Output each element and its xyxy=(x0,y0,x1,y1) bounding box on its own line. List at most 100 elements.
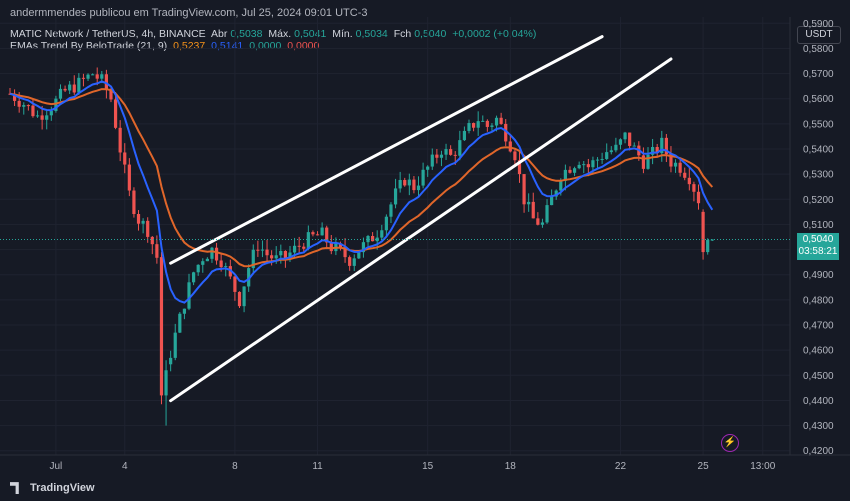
candle-body xyxy=(605,152,609,159)
candle-body xyxy=(127,164,131,191)
candle-body xyxy=(58,88,63,99)
candle-body xyxy=(706,240,710,253)
time-tick-label: 25 xyxy=(698,461,710,472)
candle-body xyxy=(641,155,646,169)
candle-body xyxy=(462,130,467,141)
candle-body xyxy=(499,117,503,124)
time-tick-label: 22 xyxy=(615,461,627,472)
candle-body xyxy=(618,139,623,145)
candle-body xyxy=(439,154,444,158)
candle-body xyxy=(467,123,471,131)
time-tick-label: 11 xyxy=(312,461,323,472)
candle-body xyxy=(201,261,205,265)
candle-body xyxy=(35,115,40,117)
candle-body xyxy=(393,188,398,205)
candle-body xyxy=(302,246,306,249)
candle-body xyxy=(357,252,361,259)
candle-body xyxy=(403,179,407,186)
candle-body xyxy=(527,201,531,205)
candle-body xyxy=(421,169,425,186)
time-tick-label: 8 xyxy=(232,461,238,472)
candle-body xyxy=(389,204,393,217)
candle-body xyxy=(577,164,581,169)
price-tick-label: 0,4500 xyxy=(803,371,834,382)
candle-body xyxy=(86,74,90,79)
candle-body xyxy=(150,236,154,245)
candle-body xyxy=(471,123,476,128)
candle-body xyxy=(384,216,388,231)
tradingview-logo[interactable]: TradingView xyxy=(10,482,95,495)
candle-body xyxy=(398,179,402,189)
candle-body xyxy=(136,214,141,224)
candle-body xyxy=(550,196,554,206)
brand-name: TradingView xyxy=(30,482,95,494)
time-tick-label: 15 xyxy=(422,461,434,472)
candle-body xyxy=(22,105,26,107)
candle-body xyxy=(513,151,517,161)
time-tick-label: 4 xyxy=(122,461,128,472)
candle-body xyxy=(536,218,540,225)
price-tick-label: 0,4700 xyxy=(803,321,834,332)
candle-body xyxy=(40,115,44,120)
candle-body xyxy=(696,191,701,204)
candle-body xyxy=(306,232,310,249)
candle-body xyxy=(283,250,287,259)
candle-body xyxy=(582,164,586,166)
candle-body xyxy=(453,154,457,156)
candle-body xyxy=(490,125,494,127)
candle-body xyxy=(256,249,260,251)
candle-body xyxy=(623,132,627,140)
price-tick-label: 0,4900 xyxy=(803,270,834,281)
price-tick-label: 0,4200 xyxy=(803,446,834,457)
candle-body xyxy=(146,220,150,237)
price-tick-label: 0,5900 xyxy=(803,19,834,30)
candle-body xyxy=(192,272,196,283)
candle-body xyxy=(683,172,687,178)
candle-body xyxy=(591,160,595,168)
candle-body xyxy=(632,145,636,147)
candle-body xyxy=(435,154,439,158)
candle-body xyxy=(297,245,301,247)
candle-body xyxy=(485,120,489,127)
candle-body xyxy=(141,220,145,224)
candle-body xyxy=(568,169,572,173)
time-tick-label: Jul xyxy=(50,461,63,472)
candle-body xyxy=(320,227,324,236)
last-price-tag: 0,5040 03:58:21 xyxy=(797,232,839,260)
candle-body xyxy=(31,105,35,117)
candle-body xyxy=(45,115,49,120)
candle-body xyxy=(95,74,99,79)
candle-body xyxy=(155,244,159,258)
candle-body xyxy=(26,105,30,107)
candle-body xyxy=(265,249,269,256)
bar-countdown: 03:58:21 xyxy=(798,245,838,257)
candle-body xyxy=(476,121,480,128)
candle-body xyxy=(77,77,81,93)
candle-body xyxy=(169,357,173,365)
candle-body xyxy=(430,154,434,167)
tradingview-icon xyxy=(10,482,19,495)
candle-body xyxy=(545,205,549,223)
price-tick-label: 0,5800 xyxy=(803,44,834,55)
candle-body xyxy=(678,162,682,173)
price-tick-label: 0,5700 xyxy=(803,69,834,80)
candle-body xyxy=(508,141,512,152)
price-chart[interactable]: 0,5900 0,5800 0,5700 0,5600 0,5500 0,5400 0,53… xyxy=(0,0,850,501)
time-axis: Jul 4 8 11 15 18 22 25 13:00 xyxy=(50,461,776,472)
candle-body xyxy=(614,144,618,151)
price-tick-label: 0,4800 xyxy=(803,295,834,306)
candle-body xyxy=(274,255,278,259)
candle-body xyxy=(17,100,21,107)
price-tick-label: 0,5500 xyxy=(803,119,834,130)
price-tick-label: 0,5400 xyxy=(803,145,834,156)
candle-body xyxy=(159,257,164,396)
candle-body xyxy=(595,159,600,161)
candle-body xyxy=(279,250,283,256)
candles xyxy=(8,67,714,426)
candle-body xyxy=(416,185,421,191)
candle-body xyxy=(701,211,705,253)
price-tick-label: 0,5300 xyxy=(803,170,834,181)
candle-body xyxy=(178,313,182,333)
lightning-icon[interactable]: ⚡ xyxy=(721,434,739,452)
candle-body xyxy=(224,266,228,268)
